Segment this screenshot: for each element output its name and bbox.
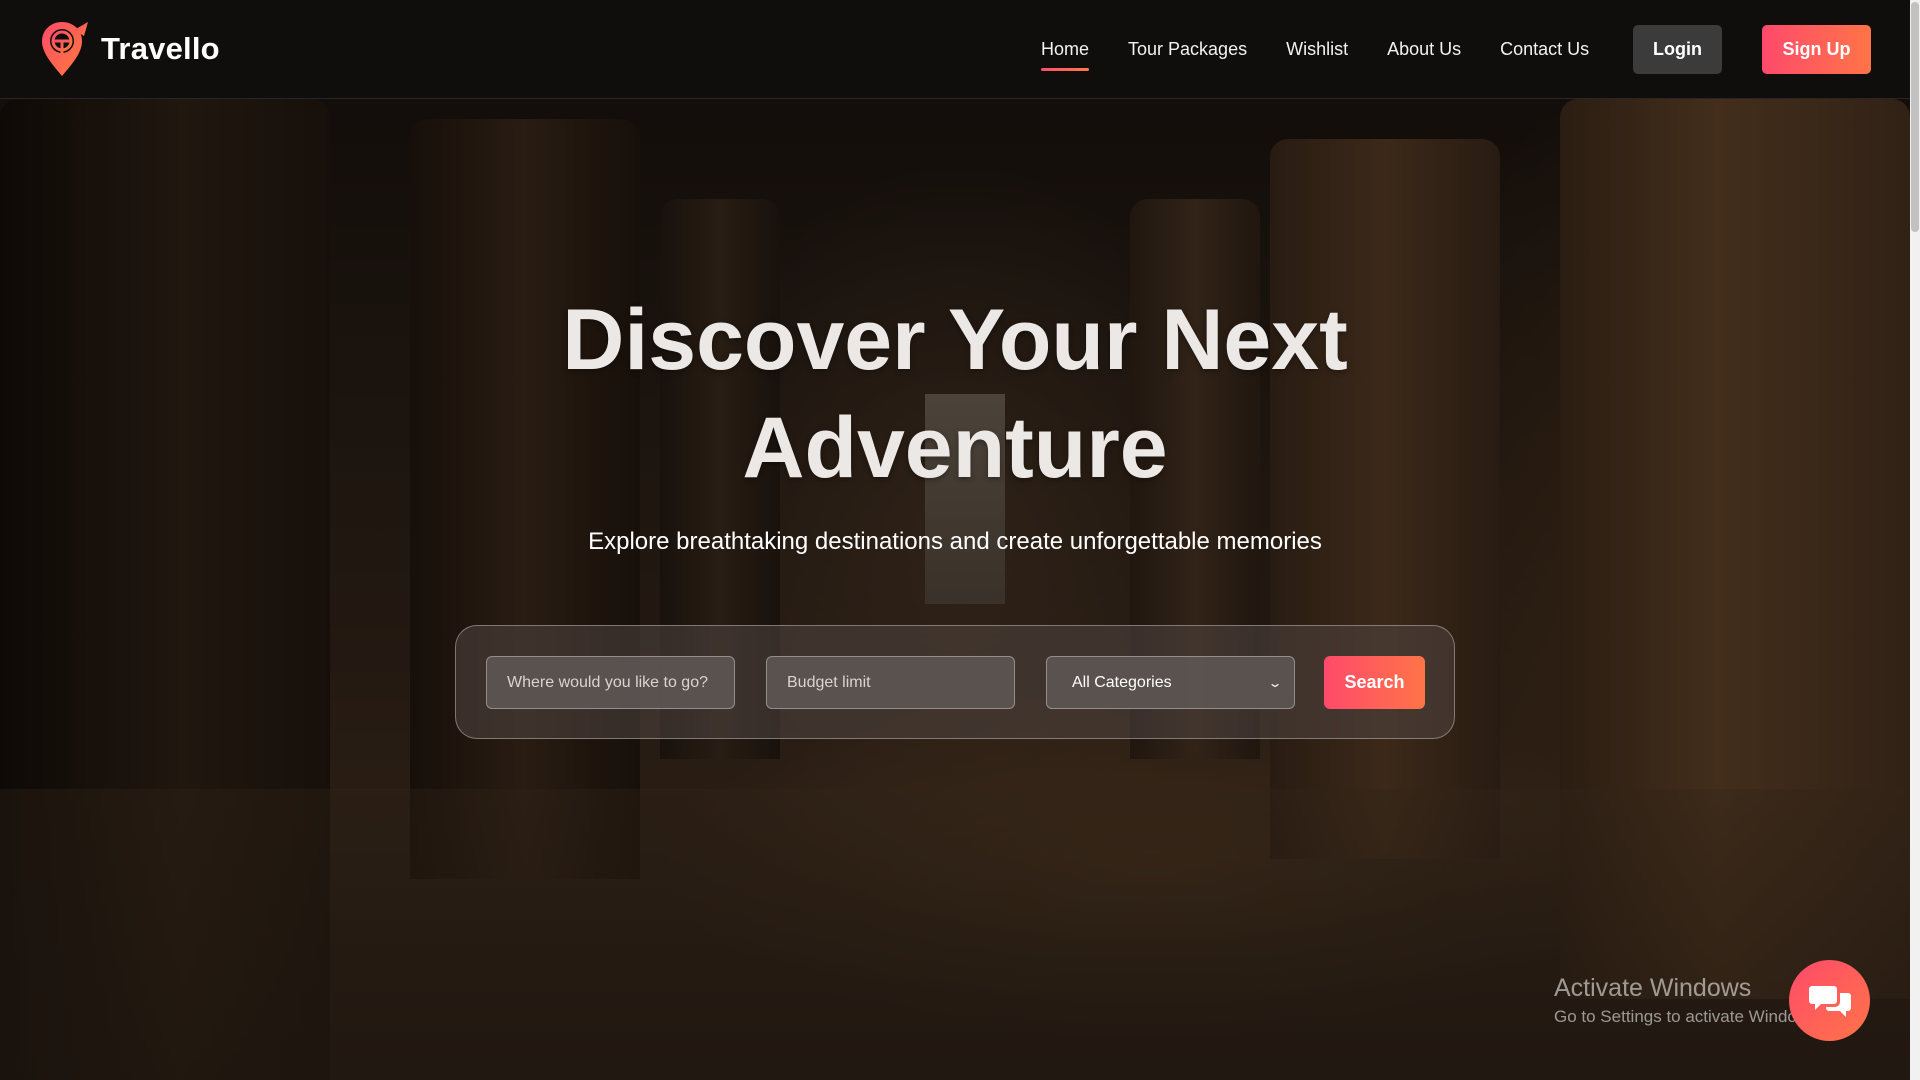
nav-link-wishlist[interactable]: Wishlist <box>1286 39 1348 60</box>
page-scrollbar[interactable] <box>1910 0 1920 1080</box>
nav-links: Home Tour Packages Wishlist About Us Con… <box>1041 0 1628 99</box>
category-select[interactable]: All Categories ⌄ <box>1046 656 1295 709</box>
category-selected-value: All Categories <box>1072 673 1172 691</box>
hero-title-line2: Adventure <box>742 400 1168 496</box>
search-panel: All Categories ⌄ Search <box>455 625 1455 739</box>
watermark-title: Activate Windows <box>1554 974 1752 1002</box>
windows-activation-watermark: Activate Windows Go to Settings to activ… <box>1554 973 1822 1029</box>
watermark-subtitle: Go to Settings to activate Windows. <box>1554 1007 1823 1026</box>
chat-bubbles-icon <box>1808 985 1851 1017</box>
budget-input[interactable] <box>766 656 1015 709</box>
hero-section: Discover Your Next Adventure Explore bre… <box>0 99 1910 1080</box>
location-pin-logo-icon <box>42 22 88 76</box>
nav-link-tour-packages[interactable]: Tour Packages <box>1128 39 1247 60</box>
top-navbar: Travello Home Tour Packages Wishlist Abo… <box>0 0 1910 99</box>
destination-input[interactable] <box>486 656 735 709</box>
chevron-down-icon: ⌄ <box>1267 675 1283 690</box>
brand[interactable]: Travello <box>40 20 220 78</box>
hero-title: Discover Your Next Adventure <box>455 286 1455 502</box>
nav-link-home[interactable]: Home <box>1041 39 1090 71</box>
nav-link-about-us[interactable]: About Us <box>1387 39 1461 60</box>
signup-button[interactable]: Sign Up <box>1762 25 1871 74</box>
nav-link-contact-us[interactable]: Contact Us <box>1500 39 1589 60</box>
brand-name: Travello <box>101 31 220 66</box>
hero-subtitle: Explore breathtaking destinations and cr… <box>588 528 1322 555</box>
hero-dark-overlay <box>0 99 1910 1080</box>
chat-button[interactable] <box>1789 960 1870 1041</box>
login-button[interactable]: Login <box>1633 25 1722 74</box>
search-button[interactable]: Search <box>1324 656 1425 709</box>
scrollbar-thumb[interactable] <box>1911 2 1919 232</box>
hero-title-line1: Discover Your Next <box>562 292 1348 388</box>
